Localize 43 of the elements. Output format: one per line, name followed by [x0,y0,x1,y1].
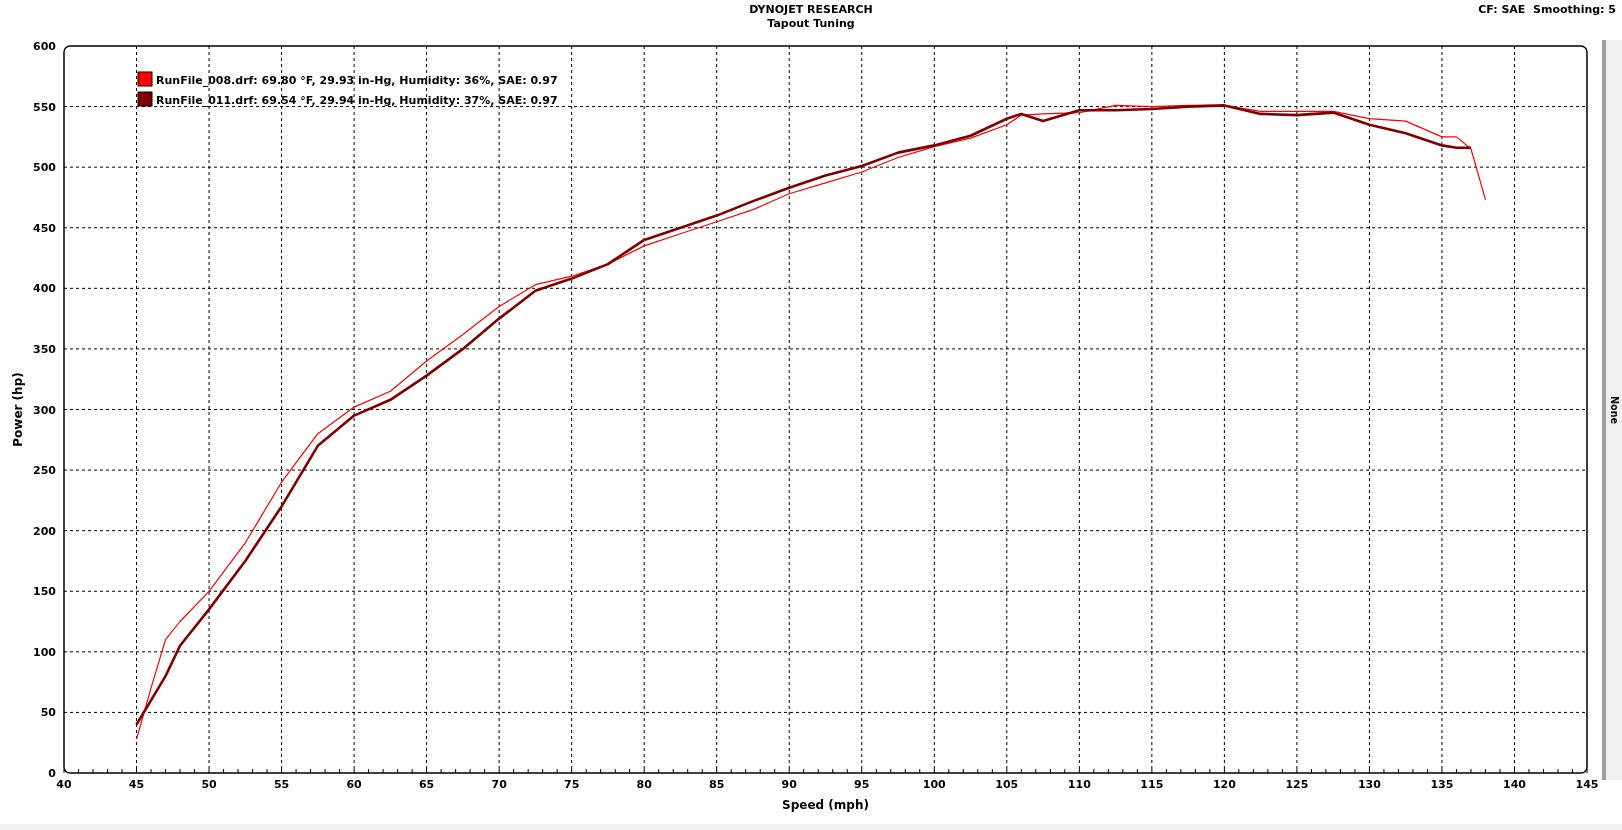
x-tick-label: 115 [1140,778,1164,791]
x-tick-label: 130 [1357,778,1381,791]
x-tick-label: 55 [273,778,290,791]
x-tick-label: 75 [564,778,580,791]
x-tick-label: 90 [781,778,797,791]
y-tick-label: 50 [40,706,56,720]
x-tick-label: 50 [201,778,217,791]
y-tick-label: 300 [33,403,56,417]
y-axis-title: Power (hp) [11,372,25,447]
legend-label: RunFile_008.drf: 69.80 °F, 29.93 in-Hg, Humidity: 36%, SAE: 0.97 [156,74,558,87]
settings-text: CF: SAE Smoothing: 5 [1478,3,1617,16]
y-tick-label: 100 [33,645,56,659]
x-tick-label: 140 [1503,778,1526,791]
x-tick-label: 145 [1575,778,1599,791]
y-tick-label: 400 [33,282,56,296]
y-tick-label: 250 [33,464,56,478]
x-tick-label: 125 [1285,778,1309,791]
x-tick-label: 70 [491,778,507,791]
chart-title: DYNOJET RESEARCH [749,3,873,17]
x-tick-label: 120 [1212,778,1236,791]
x-tick-label: 60 [346,778,362,791]
y-tick-label: 0 [48,767,56,780]
y-tick-label: 350 [33,342,56,356]
x-tick-label: 105 [995,778,1019,791]
x-tick-label: 80 [636,778,652,791]
x-tick-label: 65 [418,778,435,791]
x-tick-label: 110 [1067,778,1091,791]
chart-subtitle: Tapout Tuning [767,17,855,31]
x-tick-label: 100 [922,778,946,791]
x-tick-label: 135 [1430,778,1454,791]
x-tick-label: 45 [128,778,145,791]
x-tick-label: 95 [854,778,870,791]
y-tick-label: 550 [33,100,56,114]
y-tick-label: 150 [33,585,56,599]
y-tick-label: 450 [33,221,56,235]
legend-label: RunFile_011.drf: 69.54 °F, 29.94 in-Hg, Humidity: 37%, SAE: 0.97 [156,94,558,107]
x-tick-label: 40 [56,778,72,791]
y-tick-label: 500 [33,161,56,175]
secondary-axis-title: None [1608,396,1620,424]
y-tick-label: 600 [33,40,56,53]
y-tick-label: 200 [33,524,56,538]
x-axis-title: Speed (mph) [782,798,869,812]
x-tick-label: 85 [709,778,725,791]
